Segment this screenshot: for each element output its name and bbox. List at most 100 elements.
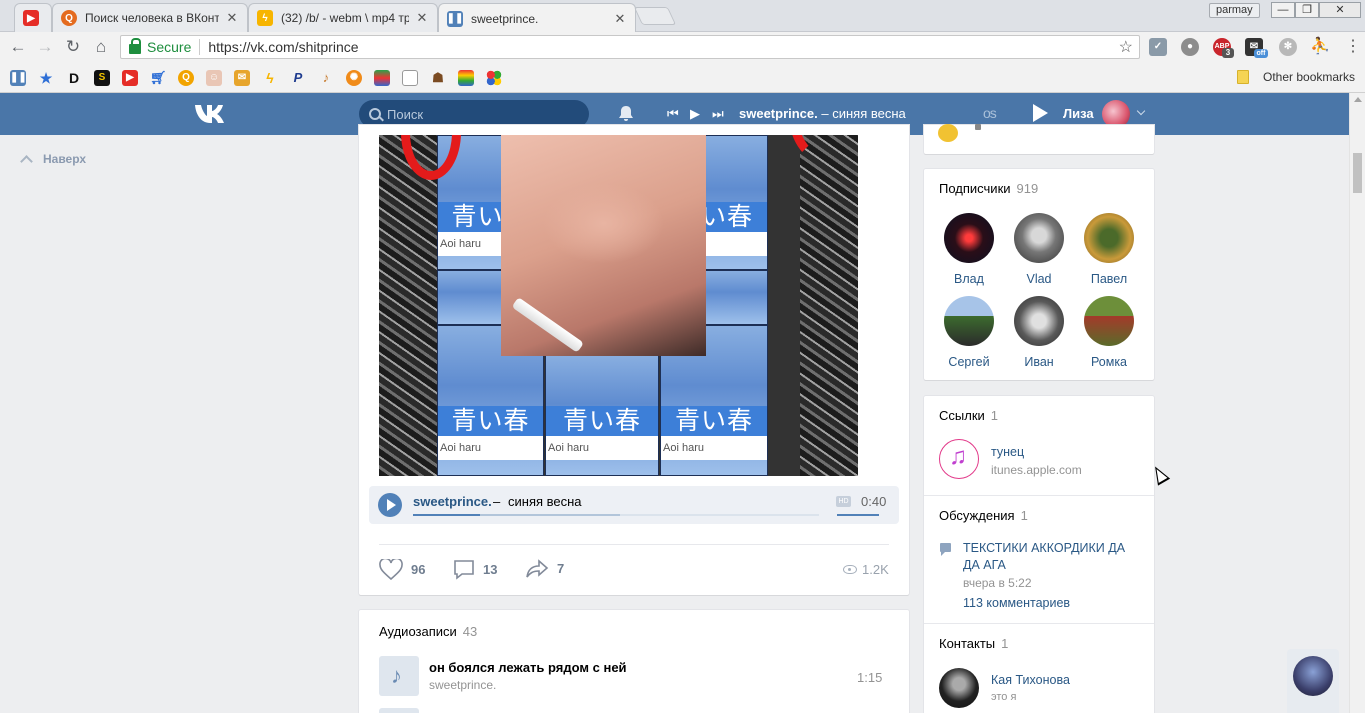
links-header[interactable]: Ссылки 1 (939, 408, 998, 423)
browser-profile-name[interactable]: parmay (1209, 3, 1260, 18)
subscriber-name: Сергей (948, 355, 990, 369)
close-icon[interactable]: ✕ (225, 10, 239, 26)
post-audio-attachment[interactable]: sweetprince. – синяя весна HD 0:40 (369, 486, 899, 524)
bookmark-page-icon[interactable] (402, 70, 418, 86)
os-logo[interactable]: os (983, 105, 997, 121)
bookmark-mail-icon[interactable]: ✉ (234, 70, 250, 86)
close-icon[interactable]: ✕ (613, 11, 627, 27)
restore-button[interactable]: ❐ (1295, 2, 1319, 18)
bookmark-paypal-icon[interactable]: P (290, 70, 306, 86)
contact-name[interactable]: Кая Тихонова (991, 673, 1070, 687)
bookmark-layers-icon[interactable] (458, 70, 474, 86)
subscriber-item[interactable]: Vlad (1009, 213, 1069, 286)
extension-shield-icon[interactable]: ✓ (1149, 38, 1167, 56)
address-bar[interactable]: Secure https://vk.com/shitprince ☆ (120, 35, 1140, 59)
scrollbar-thumb[interactable] (1353, 153, 1362, 193)
discussions-count: 1 (1020, 508, 1028, 523)
new-tab-button[interactable] (633, 7, 677, 25)
camera-icon[interactable]: ● (1181, 38, 1199, 56)
close-icon[interactable]: ✕ (415, 10, 429, 26)
forward-button[interactable]: → (35, 37, 55, 57)
bookmark-star-icon[interactable]: ★ (38, 70, 54, 86)
home-button[interactable]: ⌂ (91, 37, 111, 57)
tab-vk-search[interactable]: Q Поиск человека в ВКонт ✕ (52, 3, 248, 32)
minimize-button[interactable]: — (1271, 2, 1295, 18)
bookmark-cart-icon[interactable]: 🛒︎ (150, 70, 167, 86)
contacts-header[interactable]: Контакты 1 (939, 636, 1008, 651)
hd-badge: HD (836, 496, 851, 507)
music-note-icon[interactable] (379, 656, 419, 696)
audio-row-artist[interactable]: sweetprince. (429, 678, 496, 692)
player-play-icon[interactable]: ▶ (690, 105, 700, 123)
bookmark-stack-icon[interactable] (374, 70, 390, 86)
browser-toolbar: ← → ↻ ⌂ Secure https://vk.com/shitprince… (0, 32, 1365, 62)
like-button[interactable]: 96 (379, 559, 425, 580)
share-button[interactable]: 7 (525, 559, 564, 578)
vk-logo-icon[interactable] (193, 102, 229, 124)
chevron-down-icon[interactable] (1136, 106, 1146, 116)
subscribers-header[interactable]: Подписчики 919 (939, 181, 1038, 196)
previous-track-icon[interactable]: ⏮︎ (667, 105, 679, 123)
next-track-icon[interactable]: ⏭︎ (712, 105, 724, 123)
window-close-button[interactable]: ✕ (1319, 2, 1361, 18)
subscriber-item[interactable]: Павел (1079, 213, 1139, 286)
partial-avatar (938, 124, 958, 142)
bookmark-ball-icon[interactable]: ✺ (346, 70, 362, 86)
comment-icon (454, 560, 474, 580)
bookmark-q-icon[interactable]: Q (178, 70, 194, 86)
browser-menu-icon[interactable]: ⋮ (1345, 37, 1361, 57)
bookmark-note-icon[interactable]: ♪ (318, 70, 334, 86)
link-title[interactable]: тунец (991, 445, 1024, 459)
other-bookmarks[interactable]: Other bookmarks (1237, 70, 1355, 84)
subscriber-item[interactable]: Сергей (939, 296, 999, 369)
bookmark-youtube-icon[interactable]: ▶ (122, 70, 138, 86)
audios-header[interactable]: Аудиозаписи 43 (379, 624, 477, 639)
volume-slider[interactable] (837, 514, 879, 516)
bookmark-pause-icon[interactable]: ❚❚ (10, 70, 27, 86)
chevron-up-icon (20, 155, 33, 168)
bookmark-s-icon[interactable]: S (94, 70, 110, 86)
subscriber-item[interactable]: Иван (1009, 296, 1069, 369)
audio-progress-track[interactable] (413, 514, 819, 516)
back-to-top-button[interactable]: Наверх (18, 151, 86, 168)
bookmark-star-icon[interactable]: ☆ (1119, 37, 1133, 57)
subscriber-item[interactable]: Влад (939, 213, 999, 286)
tab-youtube[interactable]: ▶ (14, 3, 52, 32)
audio-artist[interactable]: sweetprince. (413, 494, 492, 509)
subscriber-item[interactable]: Ромка (1079, 296, 1139, 369)
comment-button[interactable]: 13 (453, 559, 497, 580)
chat-bubble[interactable] (1287, 649, 1339, 713)
bookmark-poo-icon[interactable]: ☗ (430, 70, 446, 86)
user-name[interactable]: Лиза (1063, 106, 1094, 121)
bookmark-bolt-icon[interactable]: ϟ (262, 70, 278, 86)
discussion-comments[interactable]: 113 комментариев (963, 596, 1070, 610)
tab-2ch[interactable]: ϟ (32) /b/ - webm \ mp4 тр ✕ (248, 3, 438, 32)
reload-button[interactable]: ↻ (63, 37, 83, 57)
now-playing-title: синяя весна (832, 106, 906, 121)
user-avatar[interactable] (1102, 100, 1130, 128)
header-play-icon[interactable] (1033, 104, 1048, 122)
tab-title: sweetprince. (471, 11, 539, 26)
back-button[interactable]: ← (8, 37, 28, 57)
bookmark-face-icon[interactable]: ☺ (206, 70, 222, 86)
search-input[interactable]: Поиск (359, 100, 589, 128)
play-icon[interactable] (378, 493, 402, 517)
notifications-bell-icon[interactable] (618, 105, 634, 122)
links-count: 1 (990, 408, 999, 423)
avatar[interactable] (939, 668, 979, 708)
now-playing[interactable]: sweetprince. – синяя весна (739, 106, 906, 121)
tab-sweetprince[interactable]: ❚❚ sweetprince. ✕ (438, 3, 636, 33)
itunes-icon[interactable] (939, 439, 979, 479)
bookmark-d-icon[interactable]: D (66, 70, 82, 86)
scroll-up-icon[interactable] (1354, 97, 1362, 102)
extension-gear-icon[interactable]: ✻ (1279, 38, 1297, 56)
discussion-title[interactable]: ТЕКСТИКИ АККОРДИКИ ДА ДА АГА (963, 540, 1143, 574)
section-divider (924, 623, 1154, 624)
avatar (1293, 656, 1333, 696)
extension-person-icon[interactable]: ⛹ (1310, 38, 1330, 56)
page-scrollbar[interactable] (1349, 93, 1365, 713)
audio-title: синяя весна (508, 494, 582, 509)
audio-row-title[interactable]: он боялся лежать рядом с ней (429, 660, 627, 675)
discussions-header[interactable]: Обсуждения 1 (939, 508, 1028, 523)
bookmark-dots-icon[interactable] (486, 70, 502, 86)
